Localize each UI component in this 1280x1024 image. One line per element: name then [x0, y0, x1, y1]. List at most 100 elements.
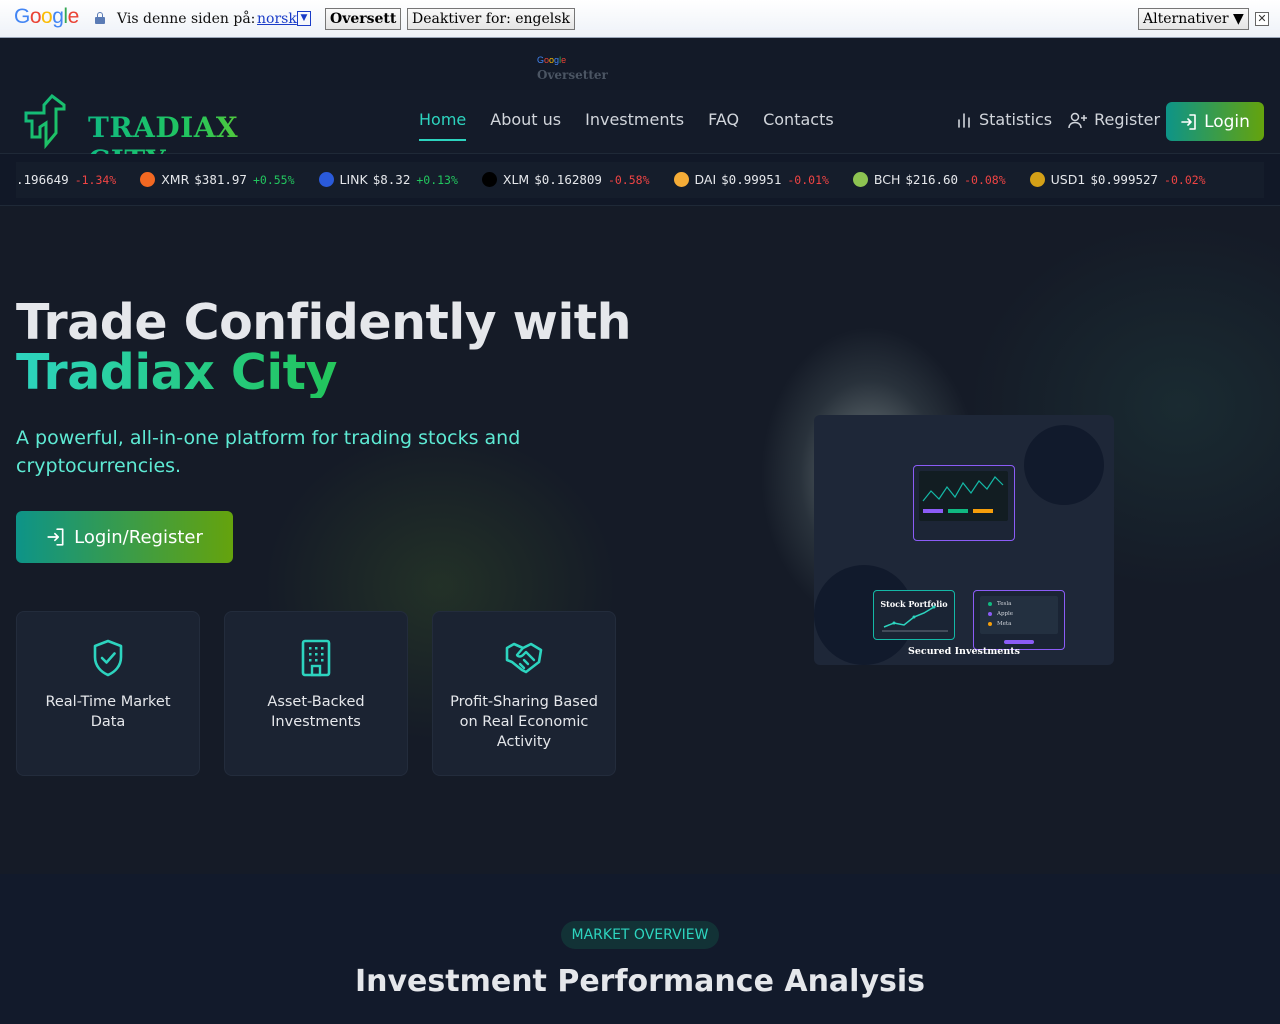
chainlink-icon — [318, 172, 334, 187]
usd1-icon — [1029, 172, 1045, 187]
building-icon — [301, 639, 331, 677]
logo-mark-icon — [24, 93, 66, 150]
language-link[interactable]: norsk — [257, 11, 297, 27]
ticker-change: +0.55% — [252, 172, 295, 187]
market-overview-section: MARKET OVERVIEW Investment Performance A… — [0, 874, 1280, 1024]
card-bar — [1004, 640, 1034, 644]
feature-card-asset: Asset-Backed Investments — [224, 611, 408, 776]
ticker-change: -0.58% — [607, 172, 650, 187]
language-dropdown-icon[interactable]: ▼ — [297, 11, 311, 26]
mini-chart-graphic — [882, 605, 948, 632]
ticker-symbol: XMR — [161, 172, 190, 187]
monero-icon — [140, 172, 156, 187]
translate-bar: Google Vis denne siden på: norsk ▼ Overs… — [0, 0, 1280, 38]
monitor-graphic — [913, 465, 1015, 541]
close-icon[interactable]: ✕ — [1255, 12, 1269, 26]
ticker-item: BCH $216.60 -0.08% — [852, 172, 1006, 187]
login-label: Login — [1204, 111, 1250, 132]
handshake-icon — [505, 642, 543, 674]
ticker-symbol: DAI — [694, 172, 717, 187]
holding-item: Apple — [988, 611, 1013, 617]
section-title: Investment Performance Analysis — [354, 964, 926, 999]
holding-item: Tesla — [988, 601, 1011, 607]
ticker-price: .196649 — [16, 172, 69, 187]
ticker-symbol: XLM — [502, 172, 530, 187]
ticker-symbol: BCH — [873, 172, 901, 187]
feature-text: Profit-Sharing Based on Real Economic Ac… — [450, 694, 598, 750]
hero-illustration: Stock Portfolio Tesla Apple Meta Secured… — [814, 415, 1114, 665]
stock-portfolio-card: Stock Portfolio — [873, 590, 955, 640]
holding-item: Meta — [988, 621, 1011, 627]
ticker-track: .196649 -1.34% XMR $381.97 +0.55% LINK $8.32 +0… — [16, 162, 1264, 198]
ticker-item: LINK $8.32 +0.13% — [318, 172, 458, 187]
bitcoin-cash-icon — [852, 172, 868, 187]
section-badge: MARKET OVERVIEW — [561, 921, 719, 949]
register-label: Register — [1094, 110, 1161, 129]
lock-icon — [95, 12, 105, 24]
hero-subtitle: A powerful, all-in-one platform for trad… — [16, 427, 521, 477]
translate-button[interactable]: Oversett — [325, 8, 402, 30]
decor-circle — [1024, 425, 1104, 505]
ticker-price: $0.162809 — [534, 172, 602, 187]
crypto-ticker: .196649 -1.34% XMR $381.97 +0.55% LINK $8.32 +0… — [0, 154, 1280, 206]
ticker-item: XLM $0.162809 -0.58% — [481, 172, 650, 187]
ticker-item: USD1 $0.999527 -0.02% — [1029, 172, 1206, 187]
ticker-change: +0.13% — [416, 172, 458, 187]
secured-investments-label: Secured Investments — [908, 646, 1020, 657]
feature-card-realtime: Real-Time Market Data — [16, 611, 200, 776]
ticker-price: $216.60 — [905, 172, 959, 187]
ticker-item: DAI $0.99951 -0.01% — [673, 172, 829, 187]
ticker-change: -0.08% — [964, 172, 1006, 187]
nav-about[interactable]: About us — [490, 110, 561, 141]
hero-section: Trade Confidently with Tradiax City A po… — [0, 206, 1280, 874]
feature-text: Real-Time Market Data — [45, 694, 171, 730]
line-chart-graphic — [922, 476, 1004, 513]
hero-title: Trade Confidently with Tradiax City — [16, 294, 632, 398]
login-icon — [1181, 113, 1196, 130]
feature-text: Asset-Backed Investments — [267, 694, 365, 730]
nav-links: Home About us Investments FAQ Contacts — [419, 110, 834, 141]
cta-label: Login/Register — [74, 526, 203, 548]
login-button[interactable]: Login — [1166, 102, 1264, 141]
nav-investments[interactable]: Investments — [585, 110, 684, 141]
translator-strip: Google Oversetter — [0, 38, 1280, 90]
ticker-symbol: USD1 — [1050, 172, 1086, 187]
nav-actions: Statistics Register — [955, 110, 1160, 129]
user-plus-icon — [1068, 112, 1088, 128]
translate-prompt: Vis denne siden på: — [117, 11, 256, 27]
shield-check-icon — [93, 639, 123, 677]
site-logo[interactable]: TRADIAX CITY — [22, 93, 292, 177]
stellar-icon — [481, 172, 497, 187]
ticker-item: .196649 -1.34% — [16, 172, 116, 187]
statistics-label: Statistics — [979, 110, 1053, 129]
ticker-price: $0.99951 — [721, 172, 782, 187]
login-register-button[interactable]: Login/Register — [16, 511, 233, 563]
feature-card-profit: Profit-Sharing Based on Real Economic Ac… — [432, 611, 616, 776]
ticker-change: -0.01% — [787, 172, 829, 187]
login-icon — [47, 528, 64, 546]
strip-brand: Google — [537, 55, 567, 65]
disable-translate-button[interactable]: Deaktiver for: engelsk — [407, 8, 575, 30]
hero-title-line2: Tradiax City — [16, 348, 631, 398]
nav-faq[interactable]: FAQ — [708, 110, 739, 141]
ticker-price: $0.999527 — [1090, 172, 1159, 187]
ticker-price: $8.32 — [372, 172, 411, 187]
register-link[interactable]: Register — [1068, 110, 1160, 129]
nav-home[interactable]: Home — [419, 110, 467, 141]
hero-title-line1: Trade Confidently with — [16, 294, 632, 351]
translate-options-button[interactable]: Alternativer ▼ — [1138, 8, 1249, 30]
holdings-list-card: Tesla Apple Meta — [973, 590, 1065, 650]
ticker-change: -0.02% — [1164, 172, 1206, 187]
main-nav: TRADIAX CITY Home About us Investments F… — [0, 90, 1280, 177]
ticker-row: .196649 -1.34% XMR $381.97 +0.55% LINK $8.32 +0… — [16, 172, 1230, 187]
bar-chart-icon — [958, 112, 970, 128]
ticker-item: XMR $381.97 +0.55% — [140, 172, 295, 187]
dai-icon — [673, 172, 689, 187]
ticker-symbol: LINK — [339, 172, 368, 187]
nav-contacts[interactable]: Contacts — [763, 110, 834, 141]
statistics-link[interactable]: Statistics — [955, 110, 1052, 129]
ticker-price: $381.97 — [194, 172, 247, 187]
ticker-change: -1.34% — [74, 172, 117, 187]
google-logo: Google — [14, 5, 79, 28]
strip-label: Oversetter — [537, 68, 608, 82]
